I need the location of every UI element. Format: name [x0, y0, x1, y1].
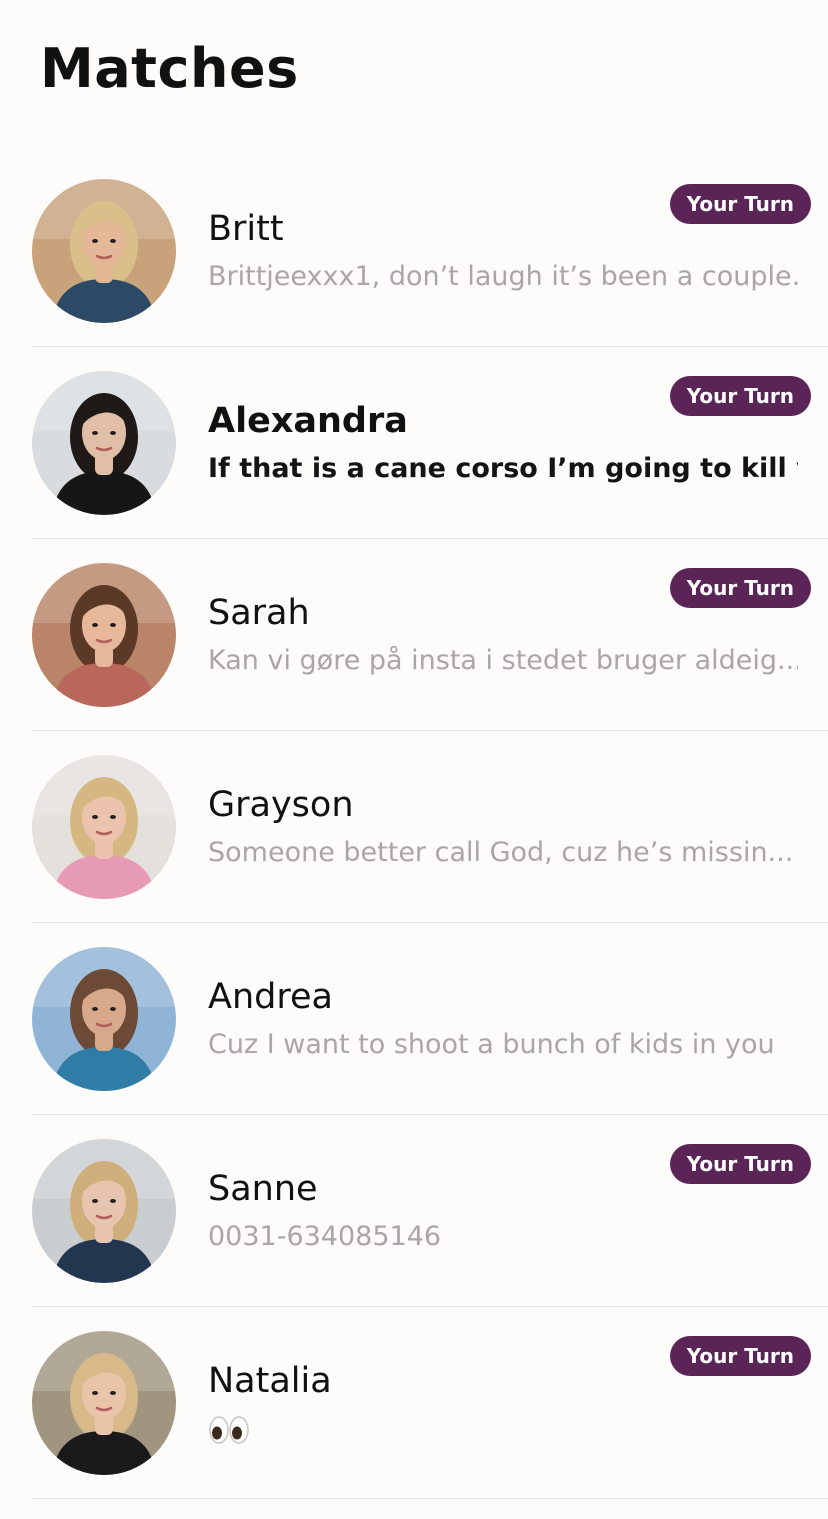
avatar-photo — [32, 371, 176, 515]
your-turn-badge: Your Turn — [669, 376, 811, 416]
match-name: Andrea — [208, 977, 333, 1017]
avatar-eye — [110, 623, 116, 627]
your-turn-badge: Your Turn — [669, 568, 811, 608]
avatar[interactable] — [32, 179, 176, 323]
avatar-eye — [110, 239, 116, 243]
avatar[interactable] — [32, 947, 176, 1091]
avatar-eye — [92, 1391, 98, 1395]
eyes-emoji-icon — [209, 1415, 249, 1444]
avatar-photo — [32, 1139, 176, 1283]
avatar[interactable] — [32, 563, 176, 707]
avatar-eye — [92, 1007, 98, 1011]
your-turn-badge: Your Turn — [669, 184, 811, 224]
last-message-preview: Someone better call God, cuz he’s missin… — [208, 837, 794, 868]
avatar-eye — [92, 431, 98, 435]
page-title: Matches — [40, 37, 299, 100]
match-name: Britt — [208, 209, 284, 249]
avatar-eye — [92, 239, 98, 243]
match-name: Alexandra — [208, 401, 408, 441]
match-row-sarah[interactable]: Sarah Kan vi gøre på insta i stedet bruge… — [0, 539, 828, 731]
avatar[interactable] — [32, 371, 176, 515]
avatar-eye — [110, 1391, 116, 1395]
avatar[interactable] — [32, 1139, 176, 1283]
avatar-eye — [110, 431, 116, 435]
avatar-photo — [32, 179, 176, 323]
match-name: Sanne — [208, 1169, 318, 1209]
match-name: Natalia — [208, 1361, 332, 1401]
avatar-photo — [32, 755, 176, 899]
avatar[interactable] — [32, 1331, 176, 1475]
avatar-eye — [110, 1199, 116, 1203]
your-turn-badge: Your Turn — [669, 1336, 811, 1376]
avatar-eye — [110, 815, 116, 819]
last-message-preview: Kan vi gøre på insta i stedet bruger ald… — [208, 645, 798, 676]
avatar-eye — [92, 1199, 98, 1203]
avatar-eye — [110, 1007, 116, 1011]
eye-pupil — [232, 1426, 242, 1439]
avatar-eye — [92, 623, 98, 627]
header: Matches — [0, 0, 828, 104]
last-message-preview: 0031-634085146 — [208, 1221, 442, 1252]
match-name: Sarah — [208, 593, 310, 633]
match-row-britt[interactable]: Britt Brittjeexxx1, don’t laugh it’s been… — [0, 155, 828, 347]
last-message-preview — [208, 1409, 798, 1449]
avatar-eye — [92, 815, 98, 819]
last-message-preview: Cuz I want to shoot a bunch of kids in y… — [208, 1029, 775, 1060]
your-turn-badge: Your Turn — [669, 1144, 811, 1184]
last-message-preview: If that is a cane corso I’m going to kil… — [208, 453, 798, 484]
match-name: Grayson — [208, 785, 354, 825]
matches-list: Britt Brittjeexxx1, don’t laugh it’s been… — [0, 155, 828, 1499]
match-row-natalia[interactable]: Natalia Your Turn — [0, 1307, 828, 1499]
avatar[interactable] — [32, 755, 176, 899]
match-row-alexandra[interactable]: Alexandra If that is a cane corso I’m goi… — [0, 347, 828, 539]
match-row-grayson[interactable]: Grayson Someone better call God, cuz he’s… — [0, 731, 828, 923]
last-message-preview: Brittjeexxx1, don’t laugh it’s been a co… — [208, 261, 798, 292]
match-row-sanne[interactable]: Sanne 0031-634085146 Your Turn — [0, 1115, 828, 1307]
avatar-photo — [32, 1331, 176, 1475]
avatar-photo — [32, 947, 176, 1091]
row-divider — [32, 1498, 828, 1499]
avatar-photo — [32, 563, 176, 707]
eye-pupil — [212, 1426, 222, 1439]
match-row-andrea[interactable]: Andrea Cuz I want to shoot a bunch of kid… — [0, 923, 828, 1115]
